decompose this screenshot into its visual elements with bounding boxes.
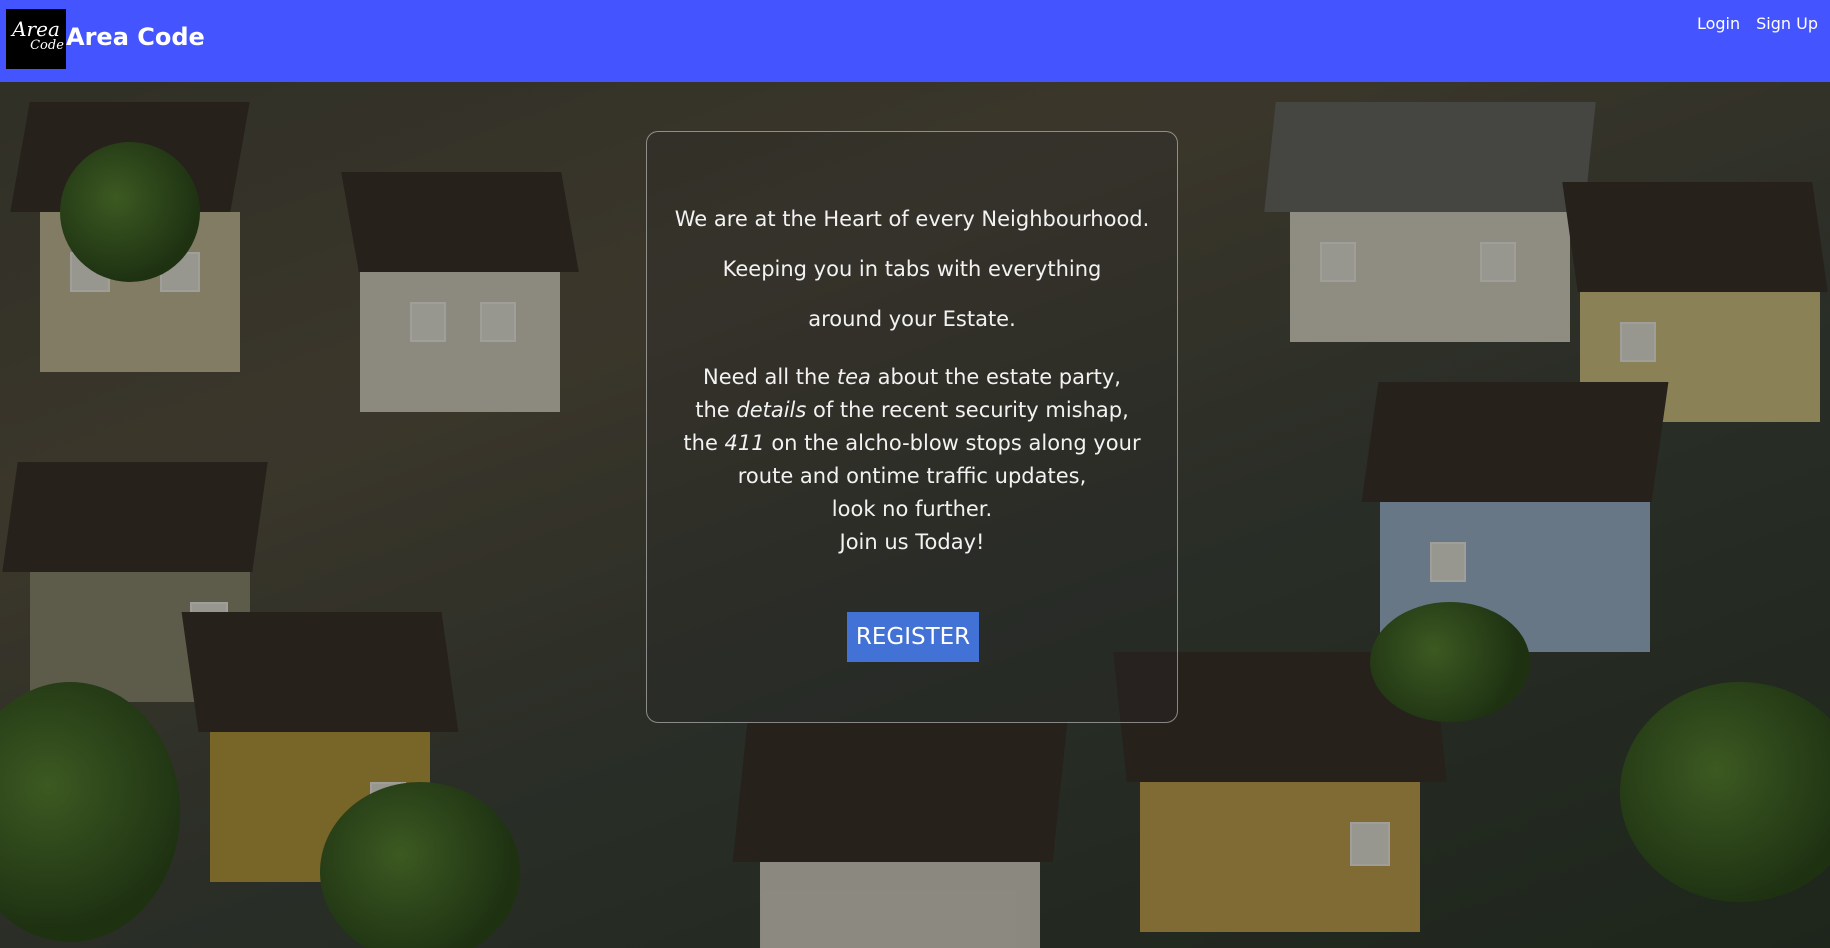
- hero-background: We are at the Heart of every Neighbourho…: [0, 82, 1830, 948]
- headline-line-2: Keeping you in tabs with everything: [722, 257, 1102, 281]
- signup-link[interactable]: Sign Up: [1756, 12, 1818, 36]
- logo-text-area: Area: [12, 17, 60, 41]
- headline-line-1: We are at the Heart of every Neighbourho…: [674, 207, 1150, 231]
- description-line: look no further.: [831, 497, 993, 521]
- logo-text-code: Code: [30, 38, 64, 53]
- description-line: route and ontime traffic updates,: [737, 464, 1087, 488]
- description-line: Join us Today!: [839, 530, 985, 554]
- brand-name[interactable]: Area Code: [66, 22, 205, 52]
- nav-links: Login Sign Up: [1697, 12, 1818, 36]
- description-line: Need all the tea about the estate party,: [703, 365, 1121, 389]
- register-button[interactable]: REGISTER: [847, 612, 979, 662]
- description-paragraph: Need all the tea about the estate party,…: [647, 361, 1177, 559]
- description-line: the details of the recent security misha…: [695, 398, 1129, 422]
- top-navbar: Area Code Area Code Login Sign Up: [0, 0, 1830, 82]
- login-link[interactable]: Login: [1697, 12, 1740, 36]
- headline-line-3: around your Estate.: [808, 307, 1016, 331]
- welcome-card: We are at the Heart of every Neighbourho…: [646, 131, 1178, 723]
- description-line: the 411 on the alcho-blow stops along yo…: [683, 431, 1141, 455]
- logo[interactable]: Area Code: [6, 9, 66, 69]
